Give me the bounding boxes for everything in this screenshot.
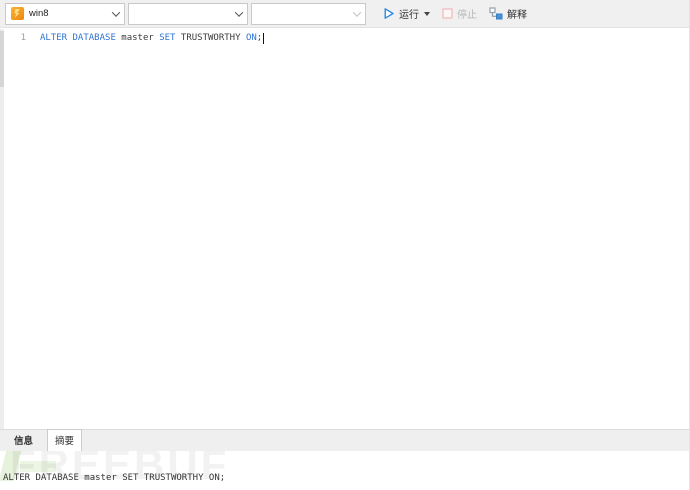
run-play-icon — [382, 7, 395, 20]
tab-summary[interactable]: 摘要 — [47, 429, 83, 451]
chevron-down-icon — [352, 7, 362, 17]
message-tabstrip: 信息 摘要 — [0, 429, 689, 451]
editor-left-scrollstrip[interactable] — [0, 29, 4, 429]
run-dropdown-icon[interactable] — [424, 11, 430, 16]
chevron-down-icon — [234, 7, 244, 17]
schema-select — [251, 2, 366, 25]
chevron-down-icon — [111, 7, 121, 17]
sql-statement[interactable]: ALTER DATABASE master SET TRUSTWORTHY ON… — [40, 32, 264, 44]
toolbar: win8 运行 停止 解释 — [0, 0, 689, 28]
run-label: 运行 — [399, 10, 419, 21]
connection-select[interactable]: win8 — [5, 2, 125, 25]
message-log: ALTER DATABASE master SET TRUSTWORTHY ON… — [0, 451, 689, 490]
stop-square-icon — [442, 8, 453, 19]
tab-info[interactable]: 信息 — [8, 430, 39, 451]
stop-label: 停止 — [457, 10, 477, 21]
query-window: win8 运行 停止 解释 1 ALTER DATABASE master SE… — [0, 0, 690, 490]
run-button[interactable]: 运行 — [378, 3, 434, 25]
explain-plan-icon — [489, 7, 503, 20]
stop-button: 停止 — [438, 3, 481, 25]
text-caret — [262, 32, 264, 44]
connection-value: win8 — [29, 8, 49, 19]
sql-editor[interactable]: 1 ALTER DATABASE master SET TRUSTWORTHY … — [0, 29, 689, 429]
database-select[interactable] — [128, 2, 248, 25]
message-line: ALTER DATABASE master SET TRUSTWORTHY ON… — [3, 473, 226, 483]
connection-icon — [11, 7, 24, 20]
code-line-1[interactable]: 1 ALTER DATABASE master SET TRUSTWORTHY … — [0, 32, 689, 44]
explain-button[interactable]: 解释 — [485, 3, 531, 25]
message-panel: 信息 摘要 ALTER DATABASE master SET TRUSTWOR… — [0, 429, 689, 490]
line-number: 1 — [20, 33, 26, 43]
explain-label: 解释 — [507, 10, 527, 21]
